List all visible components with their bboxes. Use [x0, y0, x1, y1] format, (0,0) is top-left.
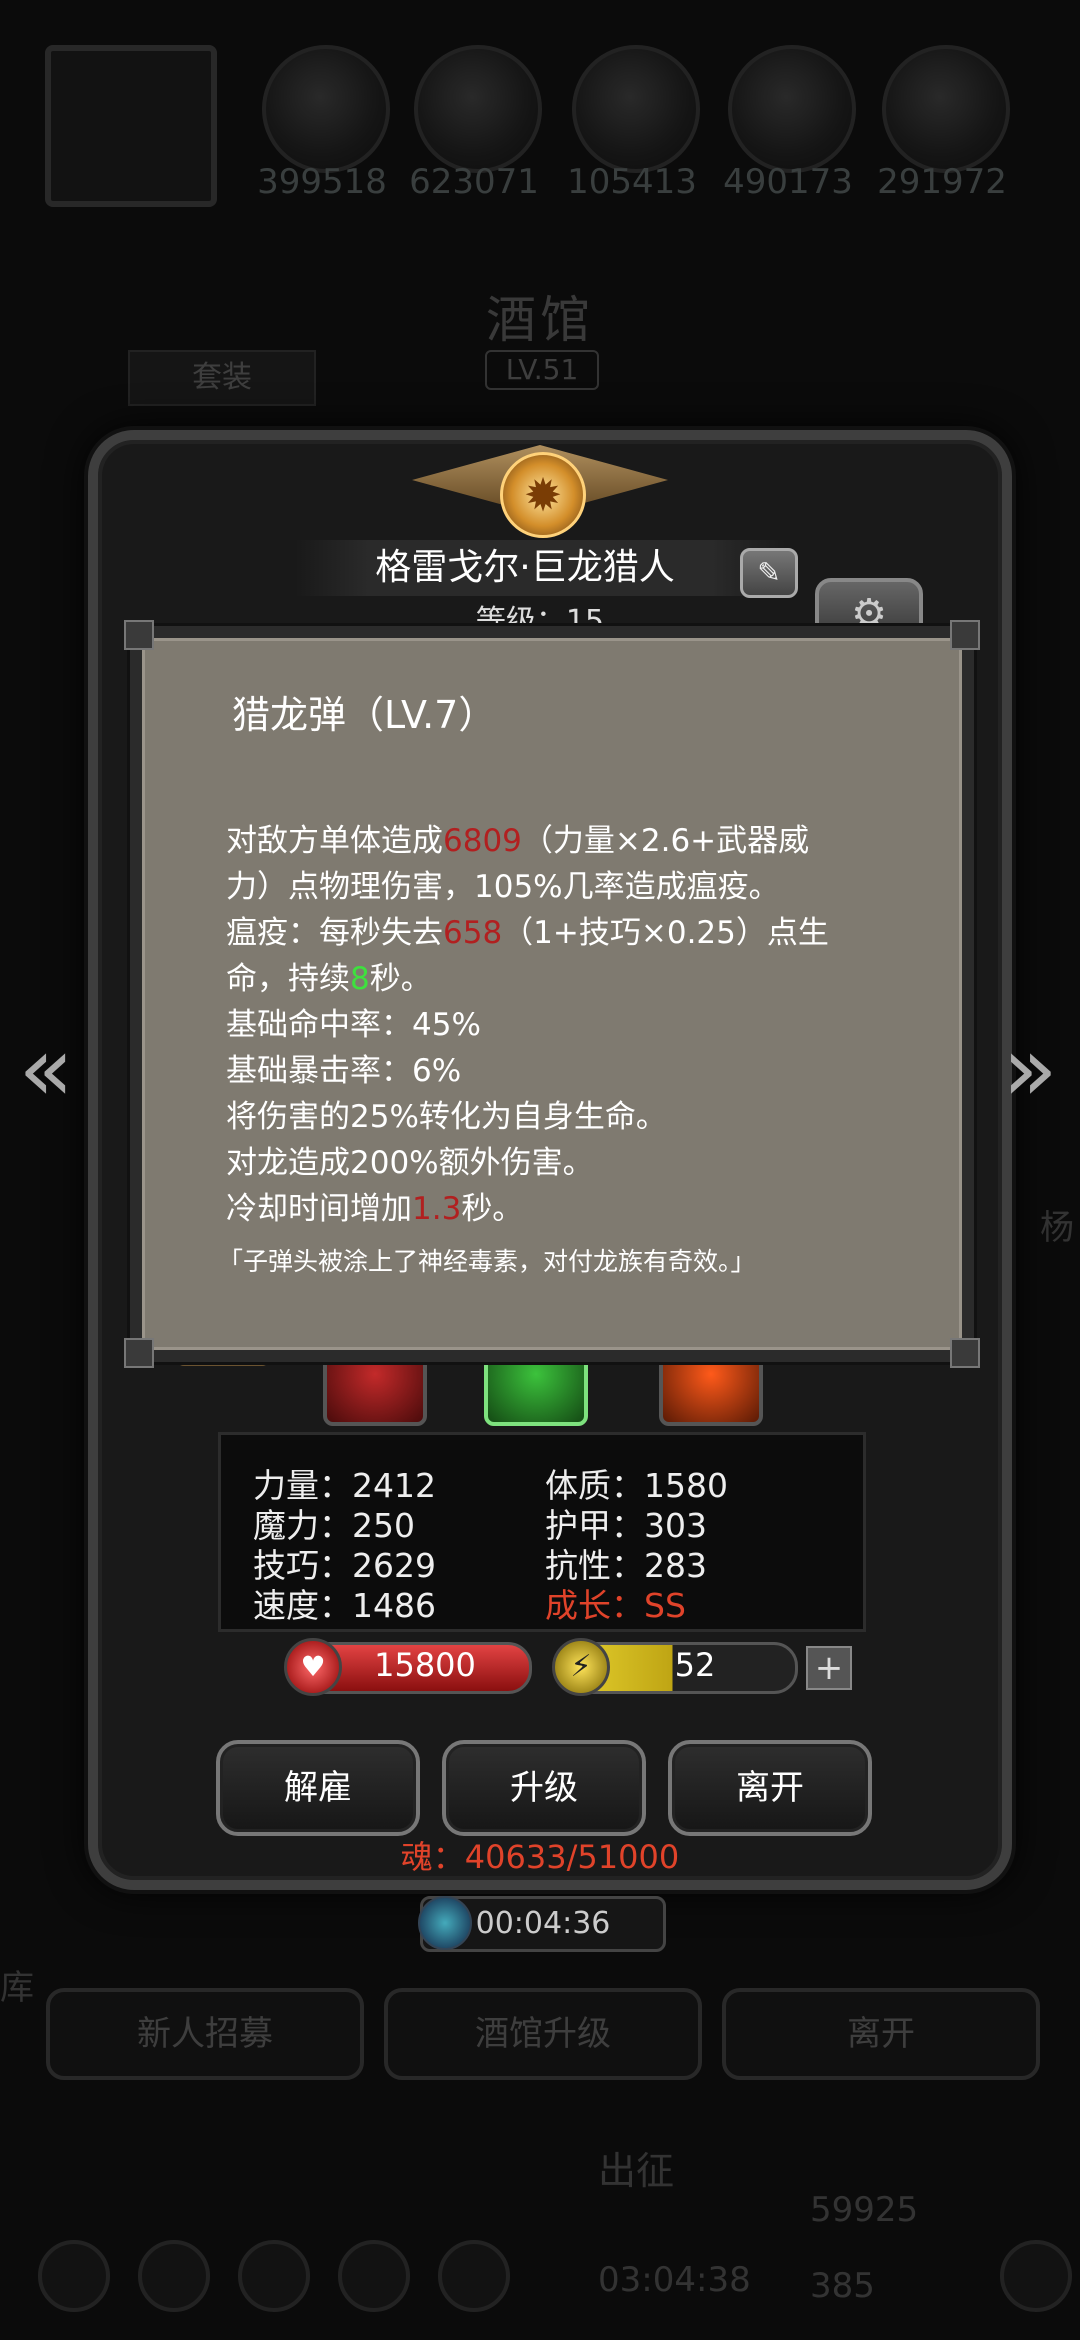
menu-icon-4[interactable]	[338, 2240, 410, 2312]
menu-icon-5[interactable]	[438, 2240, 510, 2312]
resource-value-4: 490173	[723, 162, 853, 202]
skill-flavor-text: 「子弹头被涂上了神经毒素，对付龙族有奇效。」	[218, 1247, 756, 1276]
menu-icon-1[interactable]	[38, 2240, 110, 2312]
tab-equipment-set[interactable]: 套装	[128, 350, 316, 406]
desc-line-1: 对敌方单体造成6809（力量×2.6+武器威	[226, 823, 810, 859]
energy-value: 52	[674, 1646, 716, 1684]
desc-line-8: 对龙造成200%额外伤害。	[226, 1145, 594, 1181]
soul-counter: 魂：40633/51000	[400, 1838, 680, 1876]
desc-line-9: 冷却时间增加1.3秒。	[226, 1191, 524, 1227]
clock-icon	[418, 1896, 472, 1950]
skill-title: 猎龙弹（LV.7）	[232, 693, 497, 737]
skill-tooltip: 猎龙弹（LV.7） 对敌方单体造成6809（力量×2.6+武器威 力）点物理伤害…	[124, 620, 980, 1368]
side-value-2: 385	[810, 2266, 875, 2306]
menu-icon-2[interactable]	[138, 2240, 210, 2312]
side-value-1: 59925	[810, 2190, 919, 2230]
resource-icon-1	[262, 45, 390, 173]
resource-value-2: 623071	[409, 162, 539, 202]
skill-description: 对敌方单体造成6809（力量×2.6+武器威 力）点物理伤害，105%几率造成瘟…	[226, 818, 886, 1232]
add-icon[interactable]	[1000, 2240, 1072, 2312]
desc-line-4: 命，持续8秒。	[226, 961, 432, 997]
desc-line-7: 将伤害的25%转化为自身生命。	[226, 1099, 667, 1135]
tooltip-corner	[124, 1338, 154, 1368]
stat-growth: 成长：SS	[545, 1586, 686, 1625]
resource-value-5: 291972	[877, 162, 1007, 202]
player-avatar[interactable]	[45, 45, 217, 207]
hp-value: 15800	[374, 1646, 476, 1684]
desc-line-5: 基础命中率：45%	[226, 1007, 481, 1043]
desc-line-2: 力）点物理伤害，105%几率造成瘟疫。	[226, 869, 780, 905]
edit-name-icon[interactable]: ✎	[740, 548, 798, 598]
upgrade-button[interactable]: 升级	[442, 1740, 646, 1836]
expedition-label: 出征	[598, 2149, 675, 2193]
hero-name: 格雷戈尔·巨龙猎人	[375, 547, 675, 588]
tavern-title: 酒馆	[486, 291, 594, 349]
recruit-button[interactable]: 新人招募	[46, 1988, 364, 2080]
leave-button[interactable]: 离开	[668, 1740, 872, 1836]
partial-left-label: 库	[0, 1968, 34, 2008]
desc-line-3: 瘟疫：每秒失去658（1+技巧×0.25）点生	[226, 915, 829, 951]
partial-right-label: 杨	[1040, 1208, 1074, 1248]
resource-value-1: 399518	[257, 162, 387, 202]
resource-icon-4	[728, 45, 856, 173]
add-energy-button[interactable]: +	[806, 1646, 852, 1690]
desc-line-6: 基础暴击率：6%	[226, 1053, 462, 1089]
tooltip-corner	[950, 620, 980, 650]
sun-emblem-icon: ✹	[500, 452, 586, 538]
tavern-level: LV.51	[485, 350, 599, 390]
tooltip-corner	[124, 620, 154, 650]
resource-icon-3	[572, 45, 700, 173]
tooltip-corner	[950, 1338, 980, 1368]
tavern-upgrade-button[interactable]: 酒馆升级	[384, 1988, 702, 2080]
dismiss-button[interactable]: 解雇	[216, 1740, 420, 1836]
lightning-icon: ⚡	[552, 1638, 610, 1696]
heart-icon: ♥	[284, 1638, 342, 1696]
menu-icon-3[interactable]	[238, 2240, 310, 2312]
stats-box: 力量：2412 魔力：250 技巧：2629 速度：1486 体质：1580 护…	[218, 1432, 866, 1632]
resource-value-3: 105413	[567, 162, 697, 202]
expedition-timer: 03:04:38	[598, 2260, 751, 2300]
tavern-leave-button[interactable]: 离开	[722, 1988, 1040, 2080]
resource-icon-2	[414, 45, 542, 173]
prev-hero-chevron-left-icon[interactable]: «	[16, 1020, 76, 1120]
resource-icon-5	[882, 45, 1010, 173]
next-hero-chevron-right-icon[interactable]: »	[1000, 1020, 1060, 1120]
stat-speed: 速度：1486	[253, 1586, 436, 1625]
